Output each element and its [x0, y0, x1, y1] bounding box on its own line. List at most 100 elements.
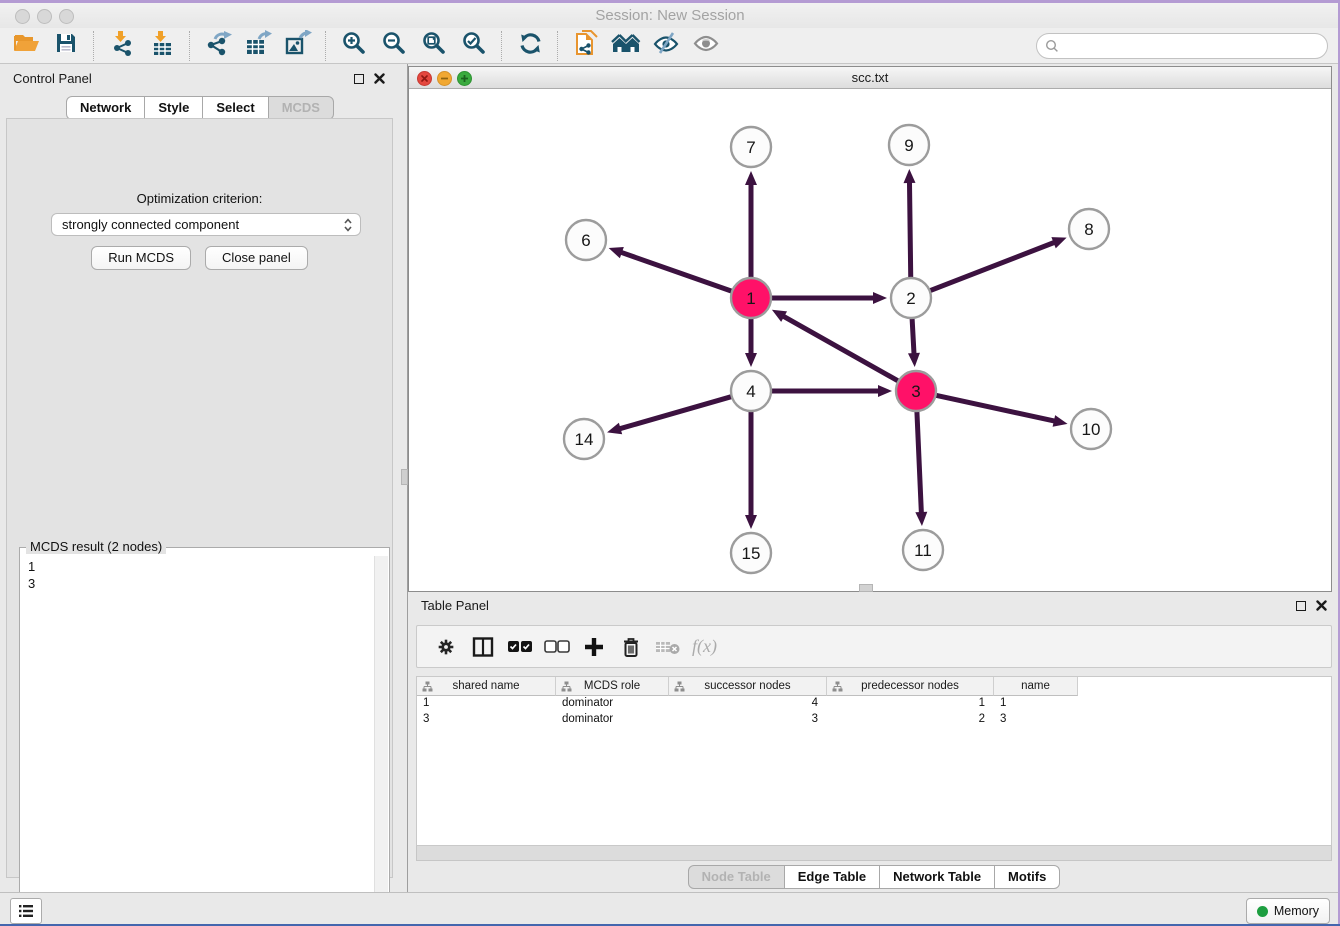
cell-mcds-role[interactable]: dominator [556, 696, 669, 712]
column-header-predecessor-nodes[interactable]: predecessor nodes [827, 677, 994, 696]
cell-successor-nodes[interactable]: 4 [669, 696, 827, 712]
table-settings-button[interactable] [427, 632, 464, 662]
delete-column-button[interactable] [612, 632, 649, 662]
cell-predecessor-nodes[interactable]: 2 [827, 712, 994, 728]
save-session-button[interactable] [48, 31, 84, 61]
table-toolbar: f(x) [416, 625, 1332, 668]
network-window-titlebar[interactable]: scc.txt [409, 67, 1331, 89]
graph-node-7[interactable]: 7 [731, 127, 771, 167]
graph-edge-arrowhead [1051, 237, 1066, 248]
graph-edge-2-3[interactable] [912, 319, 914, 355]
tab-network-table[interactable]: Network Table [879, 865, 995, 889]
mcds-result-list[interactable]: 1 3 [21, 556, 375, 923]
close-panel-icon[interactable] [374, 73, 385, 84]
graph-edge-arrowhead [607, 423, 622, 435]
cell-successor-nodes[interactable]: 3 [669, 712, 827, 728]
node-table[interactable]: shared name MCDS role successor nodes pr… [416, 676, 1332, 846]
search-field[interactable] [1036, 33, 1328, 59]
export-image-button[interactable] [280, 31, 316, 61]
table-row[interactable]: 3 dominator 3 2 3 [417, 712, 1331, 728]
graph-edge-3-11[interactable] [917, 412, 921, 514]
cell-shared-name[interactable]: 3 [417, 712, 556, 728]
graph-edge-4-14[interactable] [619, 397, 731, 429]
column-header-name[interactable]: name [994, 677, 1078, 696]
memory-button[interactable]: Memory [1246, 898, 1330, 924]
zoom-selected-button[interactable] [456, 31, 492, 61]
tab-mcds[interactable]: MCDS [268, 96, 334, 120]
zoom-out-button[interactable] [376, 31, 412, 61]
cell-mcds-role[interactable]: dominator [556, 712, 669, 728]
graph-node-4[interactable]: 4 [731, 371, 771, 411]
graph-node-9[interactable]: 9 [889, 125, 929, 165]
close-panel-button[interactable]: Close panel [205, 246, 308, 270]
desktop-edge-top [0, 0, 1340, 3]
show-graphics-details-button[interactable] [688, 31, 724, 61]
graph-edge-2-8[interactable] [931, 242, 1056, 290]
open-session-button[interactable] [8, 31, 44, 61]
tab-node-table[interactable]: Node Table [688, 865, 785, 889]
graph-node-10[interactable]: 10 [1071, 409, 1111, 449]
graph-edge-3-1[interactable] [782, 316, 897, 381]
cell-predecessor-nodes[interactable]: 1 [827, 696, 994, 712]
graph-edge-3-10[interactable] [937, 395, 1056, 421]
export-network-button[interactable] [200, 31, 236, 61]
run-mcds-button[interactable]: Run MCDS [91, 246, 191, 270]
home-button[interactable] [608, 31, 644, 61]
graph-node-15[interactable]: 15 [731, 533, 771, 573]
cell-shared-name[interactable]: 1 [417, 696, 556, 712]
graph-edge-arrowhead [745, 515, 757, 529]
panel-divider[interactable] [400, 64, 408, 892]
graph-canvas[interactable]: 7 9 6 8 1 2 4 3 14 10 15 11 [409, 67, 1331, 591]
tab-motifs[interactable]: Motifs [994, 865, 1060, 889]
add-column-button[interactable] [575, 632, 612, 662]
import-table-button[interactable] [144, 31, 180, 61]
import-network-icon [109, 30, 135, 61]
hide-graphics-details-button[interactable] [648, 31, 684, 61]
graph-node-2[interactable]: 2 [891, 278, 931, 318]
cell-name[interactable]: 1 [994, 696, 1078, 712]
task-history-button[interactable] [10, 898, 42, 924]
zoom-in-button[interactable] [336, 31, 372, 61]
table-h-scrollbar[interactable] [416, 846, 1332, 861]
table-row[interactable]: 1 dominator 4 1 1 [417, 696, 1331, 712]
graph-node-11[interactable]: 11 [903, 530, 943, 570]
column-header-mcds-role[interactable]: MCDS role [556, 677, 669, 696]
float-table-panel-icon[interactable] [1296, 601, 1306, 611]
divider-grip[interactable] [401, 469, 408, 485]
zoom-fit-button[interactable] [416, 31, 452, 61]
graph-node-3[interactable]: 3 [896, 371, 936, 411]
float-panel-icon[interactable] [354, 74, 364, 84]
toggle-panes-button[interactable] [464, 632, 501, 662]
function-builder-button[interactable]: f(x) [692, 636, 717, 657]
network-h-scrollbar-thumb[interactable] [859, 584, 873, 592]
graph-node-label: 14 [575, 430, 594, 449]
tab-style[interactable]: Style [144, 96, 203, 120]
delete-table-button[interactable] [649, 632, 686, 662]
tab-network[interactable]: Network [66, 96, 145, 120]
tab-select[interactable]: Select [202, 96, 268, 120]
close-table-panel-icon[interactable] [1316, 600, 1327, 611]
cell-name[interactable]: 3 [994, 712, 1078, 728]
graph-node-6[interactable]: 6 [566, 220, 606, 260]
column-header-successor-nodes[interactable]: successor nodes [669, 677, 827, 696]
criterion-select[interactable]: strongly connected component [51, 213, 361, 236]
result-scrollbar[interactable] [374, 556, 388, 923]
column-header-shared-name[interactable]: shared name [417, 677, 556, 696]
export-table-button[interactable] [240, 31, 276, 61]
import-network-button[interactable] [104, 31, 140, 61]
graph-node-1[interactable]: 1 [731, 278, 771, 318]
toolbar-separator [189, 31, 191, 61]
graph-edge-1-6[interactable] [620, 252, 731, 291]
select-all-button[interactable] [501, 632, 538, 662]
memory-status-icon [1257, 906, 1268, 917]
graph-edge-2-9[interactable] [909, 181, 910, 277]
graph-edge-arrowhead [873, 292, 887, 304]
graph-node-14[interactable]: 14 [564, 419, 604, 459]
tab-edge-table[interactable]: Edge Table [784, 865, 880, 889]
refresh-button[interactable] [512, 31, 548, 61]
graph-node-8[interactable]: 8 [1069, 209, 1109, 249]
clone-network-button[interactable] [568, 31, 604, 61]
table-panel-title: Table Panel [421, 598, 489, 613]
search-input[interactable] [1059, 37, 1327, 55]
deselect-all-button[interactable] [538, 632, 575, 662]
